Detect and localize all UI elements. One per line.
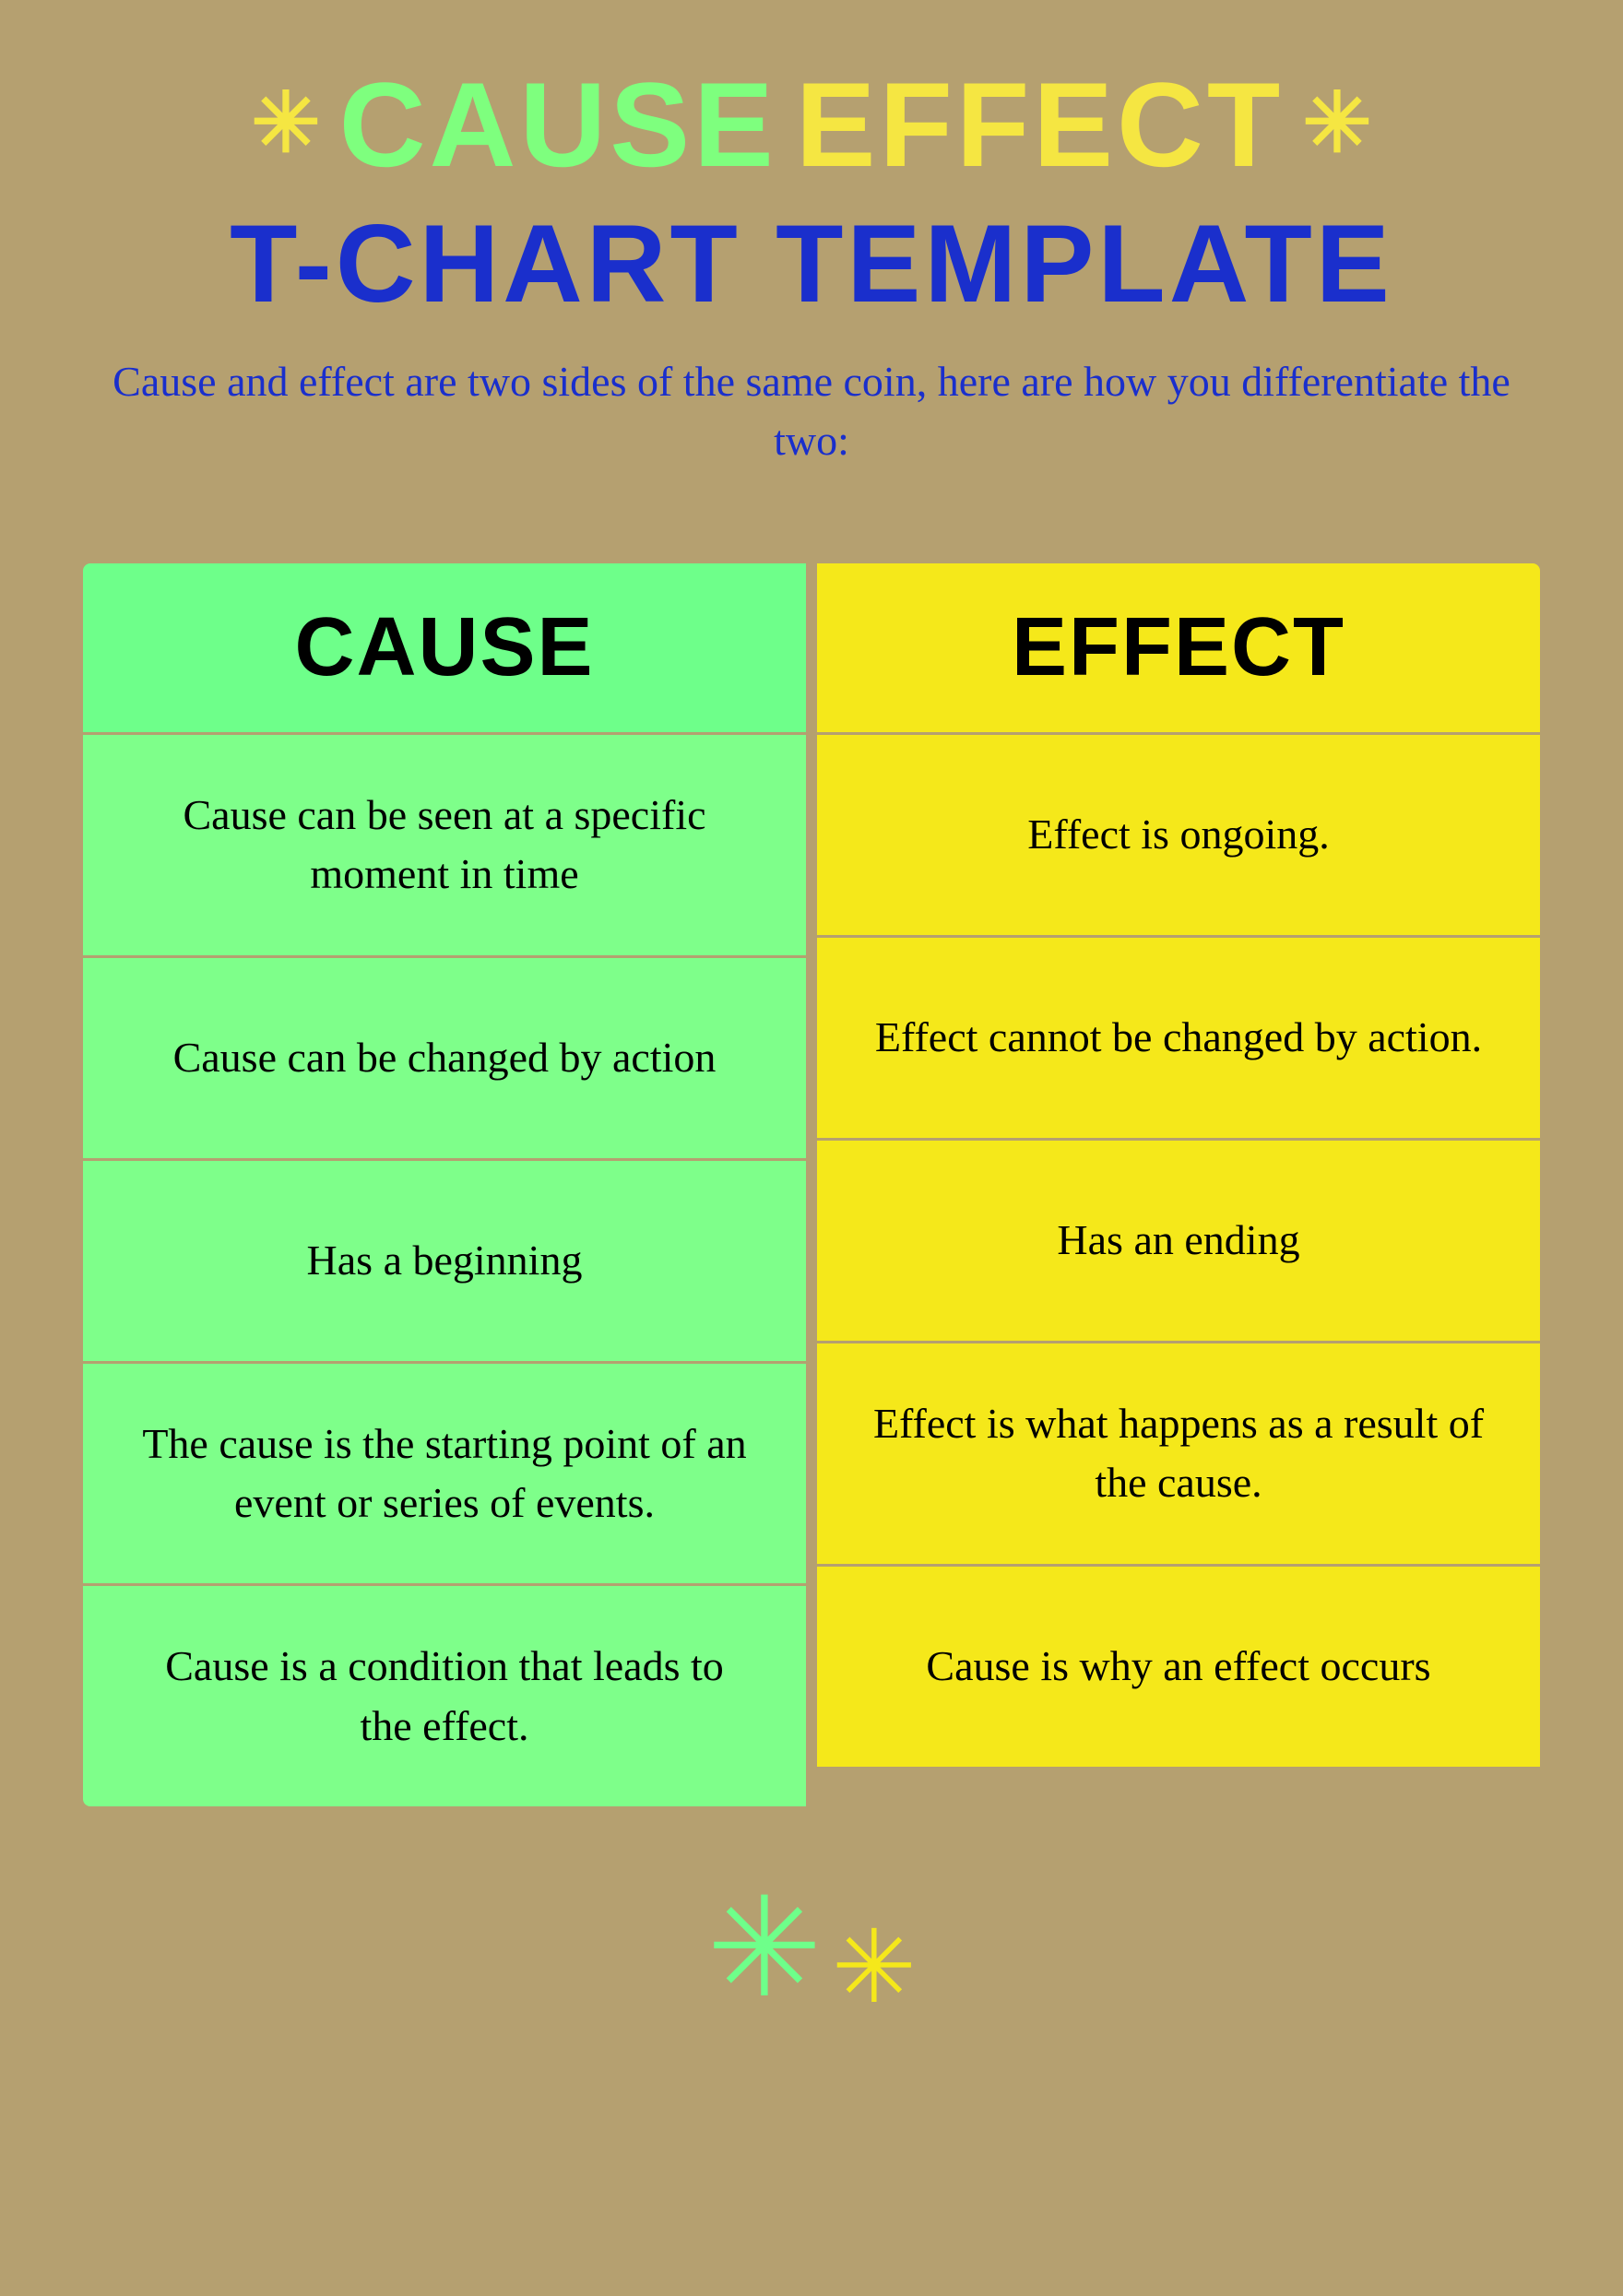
cause-row-2: Cause can be changed by action bbox=[83, 955, 806, 1158]
effect-row-2: Effect cannot be changed by action. bbox=[817, 935, 1540, 1138]
cause-column: CAUSE Cause can be seen at a specific mo… bbox=[83, 563, 806, 1806]
effect-column-header: EFFECT bbox=[817, 563, 1540, 732]
column-divider bbox=[806, 563, 817, 1806]
cause-row-3: Has a beginning bbox=[83, 1158, 806, 1361]
effect-row-5: Cause is why an effect occurs bbox=[817, 1564, 1540, 1767]
effect-column: EFFECT Effect is ongoing. Effect cannot … bbox=[817, 563, 1540, 1806]
title-line2: T-CHART TEMPLATE bbox=[74, 203, 1549, 325]
star-left-icon: ✳ bbox=[251, 83, 320, 166]
effect-row-1: Effect is ongoing. bbox=[817, 732, 1540, 935]
tchart-container: CAUSE Cause can be seen at a specific mo… bbox=[83, 563, 1540, 1806]
cause-row-5: Cause is a condition that leads to the e… bbox=[83, 1583, 806, 1806]
effect-row-4: Effect is what happens as a result of th… bbox=[817, 1341, 1540, 1564]
header-section: ✳ CAUSE EFFECT ✳ T-CHART TEMPLATE Cause … bbox=[74, 55, 1549, 471]
bottom-decoration: ✳ ✳ bbox=[706, 1880, 917, 2018]
bottom-star-yellow-icon: ✳ bbox=[832, 1917, 917, 2018]
effect-row-3: Has an ending bbox=[817, 1138, 1540, 1341]
subtitle: Cause and effect are two sides of the sa… bbox=[74, 352, 1549, 471]
star-right-icon: ✳ bbox=[1302, 83, 1371, 166]
cause-row-1: Cause can be seen at a specific moment i… bbox=[83, 732, 806, 955]
cause-row-4: The cause is the starting point of an ev… bbox=[83, 1361, 806, 1584]
title-line1: ✳ CAUSE EFFECT ✳ bbox=[74, 55, 1549, 194]
cause-column-header: CAUSE bbox=[83, 563, 806, 732]
title-cause: CAUSE bbox=[339, 55, 777, 194]
title-effect: EFFECT bbox=[796, 55, 1285, 194]
bottom-star-green-icon: ✳ bbox=[706, 1880, 823, 2018]
